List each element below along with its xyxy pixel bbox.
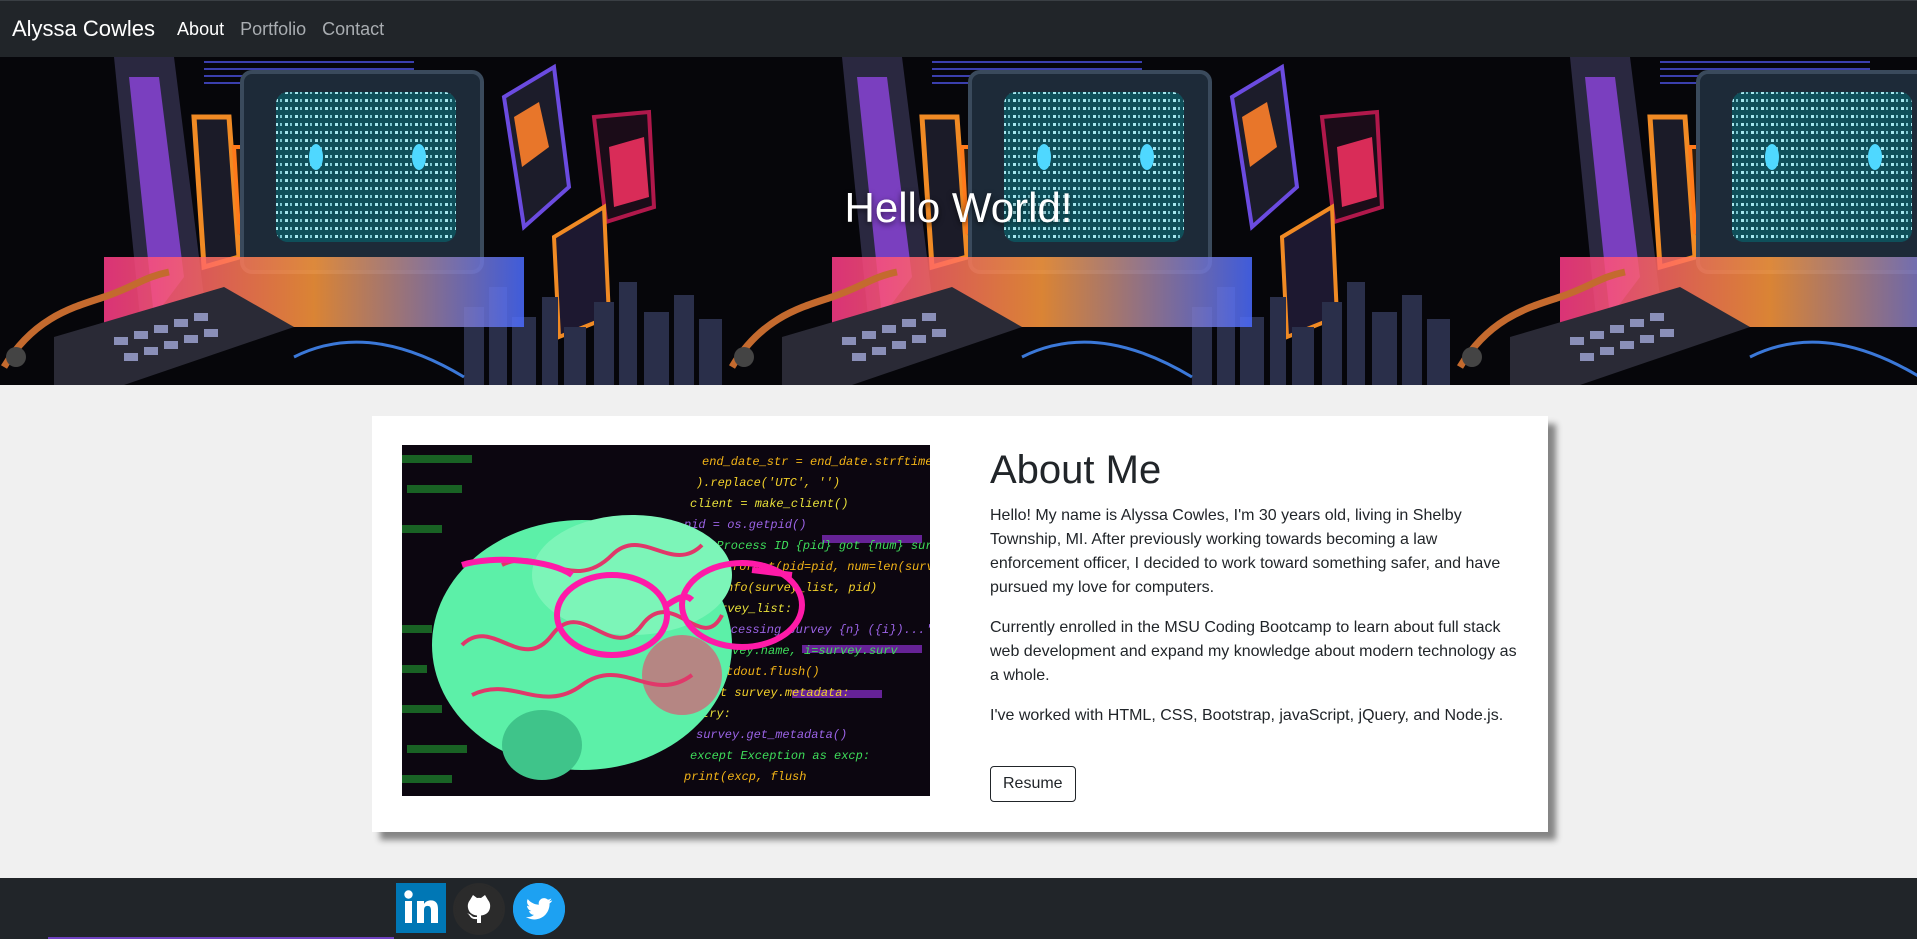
code-line: # Process ID {pid} got {num} surve — [702, 539, 930, 553]
code-line: end_date_str = end_date.strftime( — [702, 455, 930, 469]
about-title: About Me — [990, 448, 1162, 492]
navbar: Alyssa Cowles About Portfolio Contact — [0, 0, 1917, 57]
nav-link-contact[interactable]: Contact — [322, 19, 384, 40]
code-line: print(excp, flush — [683, 770, 806, 784]
brain-code-image: end_date_str = end_date.strftime( ).repla… — [402, 445, 930, 796]
code-line: client = make_client() — [690, 497, 848, 511]
code-line: survey.get_metadata() — [696, 728, 847, 742]
nav-link-portfolio[interactable]: Portfolio — [240, 19, 306, 40]
code-line: except Exception as excp: — [690, 749, 870, 763]
about-text: About Me Hello! My name is Alyssa Cowles… — [990, 446, 1520, 744]
about-paragraph-intro: Hello! My name is Alyssa Cowles, I'm 30 … — [990, 507, 1501, 596]
twitter-icon[interactable] — [513, 883, 565, 935]
about-paragraph-skills: I've worked with HTML, CSS, Bootstrap, j… — [990, 707, 1504, 724]
resume-button[interactable]: Resume — [990, 766, 1076, 802]
linkedin-icon[interactable] — [396, 883, 446, 933]
code-line: pid = os.getpid() — [683, 518, 806, 532]
hero-title: Hello World! — [844, 184, 1073, 231]
about-paragraph-bootcamp: Currently enrolled in the MSU Coding Boo… — [990, 619, 1517, 684]
code-line: 'Processing survey {n} ({i})...' — [702, 623, 930, 637]
github-icon[interactable] — [453, 883, 505, 935]
brand-link[interactable]: Alyssa Cowles — [12, 16, 155, 42]
code-line: ).replace('UTC', '') — [696, 476, 840, 490]
footer — [0, 878, 1917, 939]
nav-link-about[interactable]: About — [177, 19, 224, 40]
about-card: end_date_str = end_date.strftime( ).repla… — [372, 416, 1548, 832]
hero-banner: Hello World! — [0, 57, 1917, 385]
